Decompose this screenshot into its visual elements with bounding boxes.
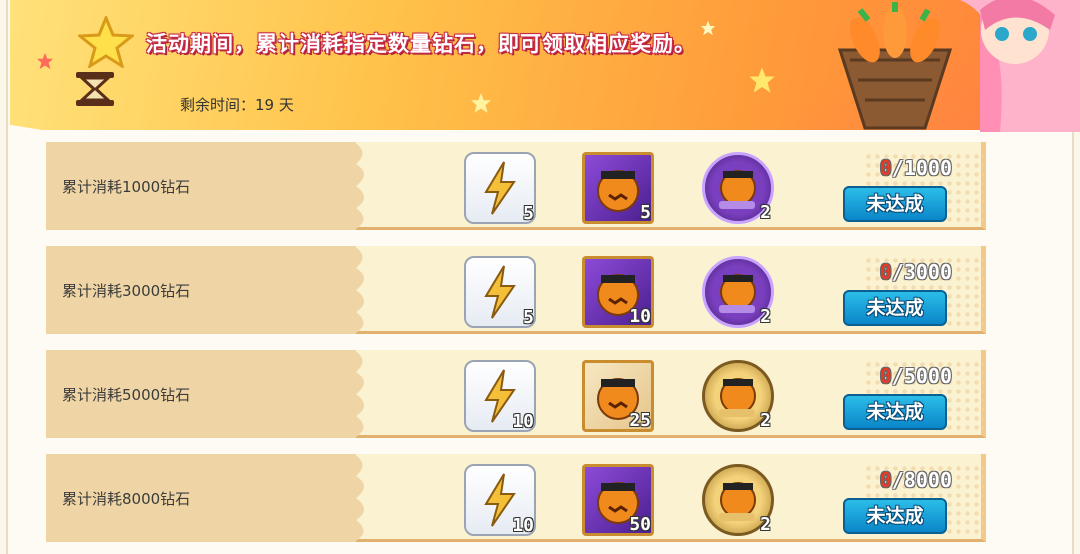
tier-label: 累计消耗1000钻石 (62, 178, 191, 196)
pumpkin-medal-icon[interactable]: 2 (702, 256, 774, 328)
pumpkin-medal-icon[interactable]: 2 (702, 464, 774, 536)
lightning-card-icon[interactable]: 5 (464, 256, 536, 328)
reward-tier-row: 累计消耗5000钻石 10 25 2 0/5000 未达成 (46, 350, 992, 442)
item-count: 2 (760, 202, 771, 223)
pumpkin-box-icon[interactable]: 50 (582, 464, 654, 536)
item-count: 2 (760, 306, 771, 327)
lightning-card-icon[interactable]: 10 (464, 464, 536, 536)
progress-text: 0/3000 (880, 260, 952, 284)
pumpkin-box-icon[interactable]: 5 (582, 152, 654, 224)
progress-target: /3000 (891, 260, 952, 284)
lightning-card-icon[interactable]: 10 (464, 360, 536, 432)
decor-star-icon (700, 20, 716, 36)
progress-current: 0 (879, 260, 892, 284)
item-count: 5 (640, 202, 651, 223)
tier-label: 累计消耗3000钻石 (62, 282, 191, 300)
item-count: 10 (512, 515, 534, 536)
progress-text: 0/5000 (880, 364, 952, 388)
item-count: 10 (512, 411, 534, 432)
item-count: 2 (760, 410, 771, 431)
progress-target: /1000 (891, 156, 952, 180)
item-count: 50 (629, 514, 651, 535)
remaining-time-label: 剩余时间： (180, 96, 256, 114)
progress-current: 0 (879, 364, 892, 388)
decor-star-icon (749, 67, 775, 93)
progress-current: 0 (879, 468, 892, 492)
pumpkin-box-icon[interactable]: 25 (582, 360, 654, 432)
tier-label: 累计消耗5000钻石 (62, 386, 191, 404)
claim-button[interactable]: 未达成 (843, 394, 947, 430)
decor-star-icon (471, 93, 491, 113)
progress-current: 0 (879, 156, 892, 180)
item-count: 25 (629, 410, 651, 431)
timer-icon (76, 72, 114, 106)
pumpkin-medal-icon[interactable]: 2 (702, 360, 774, 432)
item-count: 10 (629, 306, 651, 327)
progress-text: 0/1000 (880, 156, 952, 180)
pumpkin-medal-icon[interactable]: 2 (702, 152, 774, 224)
remaining-time-value: 19 天 (255, 96, 294, 114)
event-description: 活动期间，累计消耗指定数量钻石，即可领取相应奖励。 (146, 32, 696, 56)
reward-tier-row: 累计消耗1000钻石 5 5 2 0/1000 未达成 (46, 142, 992, 234)
remaining-time: 剩余时间：19 天 (180, 94, 294, 115)
tab-edge-decoration (336, 142, 364, 230)
star-icon (78, 16, 134, 68)
progress-target: /8000 (891, 468, 952, 492)
progress-text: 0/8000 (880, 468, 952, 492)
item-count: 2 (760, 514, 771, 535)
claim-button[interactable]: 未达成 (843, 498, 947, 534)
item-count: 5 (523, 307, 534, 328)
reward-tier-row: 累计消耗3000钻石 5 10 2 0/3000 未达成 (46, 246, 992, 338)
progress-target: /5000 (891, 364, 952, 388)
decor-star-icon (36, 52, 54, 70)
tab-edge-decoration (336, 454, 364, 542)
item-count: 5 (523, 203, 534, 224)
claim-button[interactable]: 未达成 (843, 186, 947, 222)
reward-tier-row: 累计消耗8000钻石 10 50 2 0/8000 未达成 (46, 454, 992, 546)
claim-button[interactable]: 未达成 (843, 290, 947, 326)
mascot-illustration (837, 0, 1080, 132)
pumpkin-box-icon[interactable]: 10 (582, 256, 654, 328)
lightning-card-icon[interactable]: 5 (464, 152, 536, 224)
tier-label: 累计消耗8000钻石 (62, 490, 191, 508)
tab-edge-decoration (336, 246, 364, 334)
tab-edge-decoration (336, 350, 364, 438)
